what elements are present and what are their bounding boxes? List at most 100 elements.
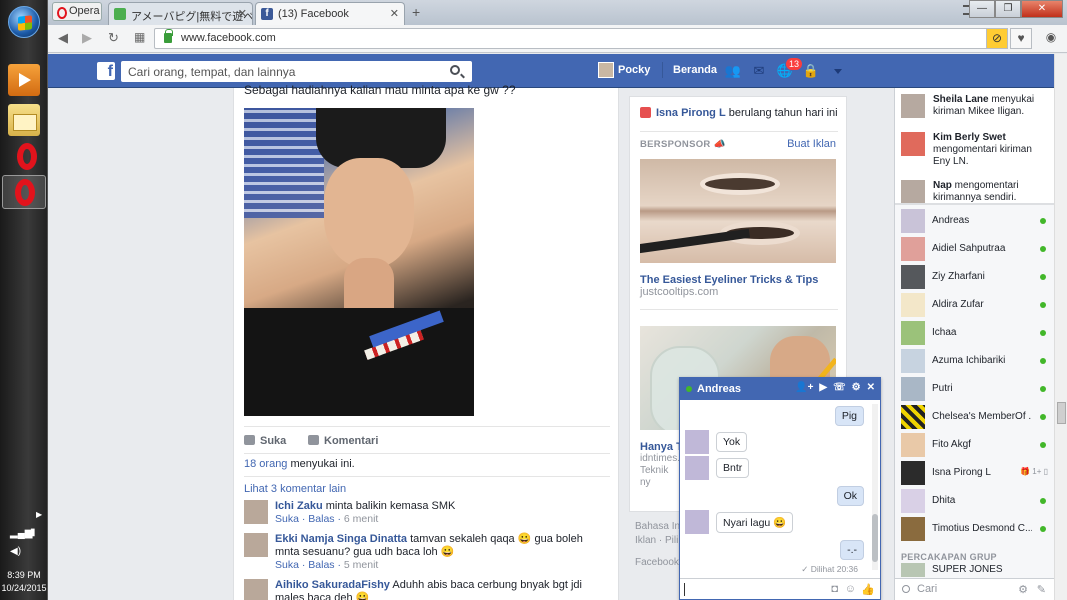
avatar[interactable] xyxy=(685,510,709,534)
sidebar-item-timotius[interactable]: Timotius Desmond C... xyxy=(895,515,1054,543)
maximize-button[interactable]: ❐ xyxy=(995,0,1021,18)
avatar[interactable] xyxy=(244,579,268,600)
chat-message-input[interactable]: ◘ ☺ 👍 xyxy=(680,578,880,600)
profile-link[interactable]: Pocky xyxy=(598,62,650,78)
new-tab-button[interactable]: + xyxy=(412,4,420,20)
home-link[interactable]: Beranda xyxy=(662,62,717,78)
opera-active-taskbar-icon[interactable] xyxy=(2,175,46,209)
scrollbar-thumb[interactable] xyxy=(1057,402,1066,424)
sidebar-item-aldira[interactable]: Aldira Zufar xyxy=(895,291,1054,319)
view-more-comments-link[interactable]: Lihat 3 komentar lain xyxy=(244,483,346,495)
phone-icon[interactable]: ☏ xyxy=(833,382,846,393)
ad-title[interactable]: The Easiest Eyeliner Tricks & Tips xyxy=(640,274,818,286)
chat-header[interactable]: Andreas 👤+ ▶ ☏ ⚙ ✕ xyxy=(680,378,880,400)
tab-facebook[interactable]: f (13) Facebook ✕ xyxy=(255,2,405,25)
comment-reply-link[interactable]: Balas xyxy=(308,559,334,571)
tray-expand-icon[interactable]: ▶ xyxy=(36,510,42,519)
avatar[interactable] xyxy=(244,533,268,557)
sidebar-item-isna[interactable]: Isna Pirong L 🎁 1+ ▯ xyxy=(895,459,1054,487)
privacy-shortcuts-icon[interactable]: 🔒 xyxy=(802,63,820,79)
chat-scrollbar[interactable] xyxy=(872,404,878,570)
camera-icon[interactable]: ◘ xyxy=(831,583,838,595)
close-window-button[interactable]: ✕ xyxy=(1021,0,1063,18)
account-menu-chevron-down-icon[interactable] xyxy=(834,69,842,74)
sidebar-item-dhita[interactable]: Dhita xyxy=(895,487,1054,515)
file-explorer-icon[interactable] xyxy=(8,104,40,136)
adblock-icon[interactable]: ⊘ xyxy=(986,28,1008,49)
sidebar-item-andreas[interactable]: Andreas xyxy=(895,207,1054,235)
activity-ticker[interactable]: Sheila Lane menyukai kiriman Mikee Iliga… xyxy=(895,88,1054,203)
opera-menu-button[interactable]: Opera xyxy=(52,2,102,21)
messages-icon[interactable]: ✉ xyxy=(750,63,768,79)
thumbs-up-icon[interactable]: 👍 xyxy=(861,583,875,596)
chat-messages[interactable]: Pig Yok Bntr Ok Nyari lagu 😀 -.- ✓ Dilih… xyxy=(680,400,880,576)
bookmark-heart-icon[interactable]: ♥ xyxy=(1010,28,1032,49)
comment-reply-link[interactable]: Balas xyxy=(308,513,334,525)
comment-button[interactable]: Komentari xyxy=(308,435,674,447)
minimize-button[interactable]: — xyxy=(969,0,995,18)
start-button[interactable] xyxy=(8,6,40,38)
sidebar-item-super-jones[interactable]: SUPER JONES xyxy=(895,562,1054,578)
gear-icon[interactable]: ⚙ xyxy=(1018,583,1028,596)
facebook-search-input[interactable]: Cari orang, tempat, dan lainnya xyxy=(121,61,472,82)
comment-time[interactable]: 5 menit xyxy=(344,559,378,571)
tab-ameba-pigg[interactable]: アメーバピグ|無料で遊べ ✕ xyxy=(108,2,253,25)
footer-links[interactable]: Iklan · Pilih xyxy=(635,534,685,548)
clock-time[interactable]: 8:39 PM xyxy=(0,570,48,580)
birthday-reminder[interactable]: Isna Pirong L berulang tahun hari ini xyxy=(640,107,840,119)
avatar[interactable] xyxy=(685,430,709,454)
chat-search-input[interactable]: Cari ⚙ ✎ xyxy=(895,578,1054,600)
facebook-logo[interactable]: f xyxy=(97,62,115,80)
compose-icon[interactable]: ✎ xyxy=(1037,583,1046,596)
video-call-icon[interactable]: ▶ xyxy=(819,382,827,393)
likes-count-link[interactable]: 18 orang xyxy=(244,458,287,470)
emoji-icon[interactable]: ☺ xyxy=(845,583,856,595)
ticker-item[interactable]: Sheila Lane menyukai kiriman Mikee Iliga… xyxy=(901,94,1051,118)
sidebar-item-aidiel[interactable]: Aidiel Sahputraa xyxy=(895,235,1054,263)
add-friend-icon[interactable]: 👤+ xyxy=(795,382,813,393)
create-ad-link[interactable]: Buat Iklan xyxy=(787,138,836,150)
page-scrollbar[interactable] xyxy=(1054,54,1067,600)
close-icon[interactable]: ✕ xyxy=(867,382,875,393)
comment-time[interactable]: 6 menit xyxy=(344,513,378,525)
sidebar-item-ziy[interactable]: Ziy Zharfani xyxy=(895,263,1054,291)
forward-button[interactable]: ▶ xyxy=(82,30,92,46)
ad-image-eyeliner[interactable] xyxy=(640,159,836,263)
avatar[interactable] xyxy=(244,500,268,524)
comment-author[interactable]: Aihiko SakuradaFishy xyxy=(275,579,390,591)
friend-requests-icon[interactable]: 👥 xyxy=(724,63,742,79)
chat-title[interactable]: Andreas xyxy=(697,383,741,395)
clock-date[interactable]: 10/24/2015 xyxy=(0,583,48,593)
account-icon[interactable]: ◉ xyxy=(1040,28,1062,49)
close-tab-icon[interactable]: ✕ xyxy=(238,7,247,20)
like-button[interactable]: Suka xyxy=(244,435,286,447)
sidebar-item-chelsea[interactable]: Chelsea's MemberOf ... xyxy=(895,403,1054,431)
sidebar-item-ichaa[interactable]: Ichaa xyxy=(895,319,1054,347)
comment-author[interactable]: Ichi Zaku xyxy=(275,500,323,512)
speed-dial-icon[interactable]: ▦ xyxy=(134,30,145,44)
avatar[interactable] xyxy=(685,456,709,480)
media-player-icon[interactable] xyxy=(8,64,40,96)
back-button[interactable]: ◀ xyxy=(58,30,68,46)
reload-button[interactable]: ↻ xyxy=(108,30,119,46)
battery-icon[interactable]: ▮ xyxy=(30,527,36,538)
sidebar-item-putri[interactable]: Putri xyxy=(895,375,1054,403)
post-photo[interactable] xyxy=(244,108,474,416)
close-tab-icon[interactable]: ✕ xyxy=(390,7,399,20)
search-icon[interactable] xyxy=(450,65,460,75)
url-field[interactable]: www.facebook.com xyxy=(154,28,1006,49)
scrollbar-thumb[interactable] xyxy=(872,514,878,562)
language-link[interactable]: Bahasa In xyxy=(635,520,685,534)
comment-author[interactable]: Ekki Namja Singa Dinatta xyxy=(275,533,407,545)
notifications-icon[interactable]: 🌐 13 xyxy=(776,57,804,79)
comment-like-link[interactable]: Suka xyxy=(275,559,299,571)
gear-icon[interactable]: ⚙ xyxy=(852,382,861,393)
sidebar-item-azuma[interactable]: Azuma Ichibariki xyxy=(895,347,1054,375)
volume-icon[interactable]: ◀) xyxy=(10,546,21,557)
opera-taskbar-icon[interactable] xyxy=(8,140,40,172)
comment-like-link[interactable]: Suka xyxy=(275,513,299,525)
birthday-name[interactable]: Isna Pirong L xyxy=(656,107,726,119)
ticker-item[interactable]: Nap mengomentari kirimannya sendiri. xyxy=(901,180,1051,203)
sidebar-item-fito[interactable]: Fito Akgf xyxy=(895,431,1054,459)
ticker-item[interactable]: Kim Berly Swet mengomentari kiriman Eny … xyxy=(901,132,1051,168)
